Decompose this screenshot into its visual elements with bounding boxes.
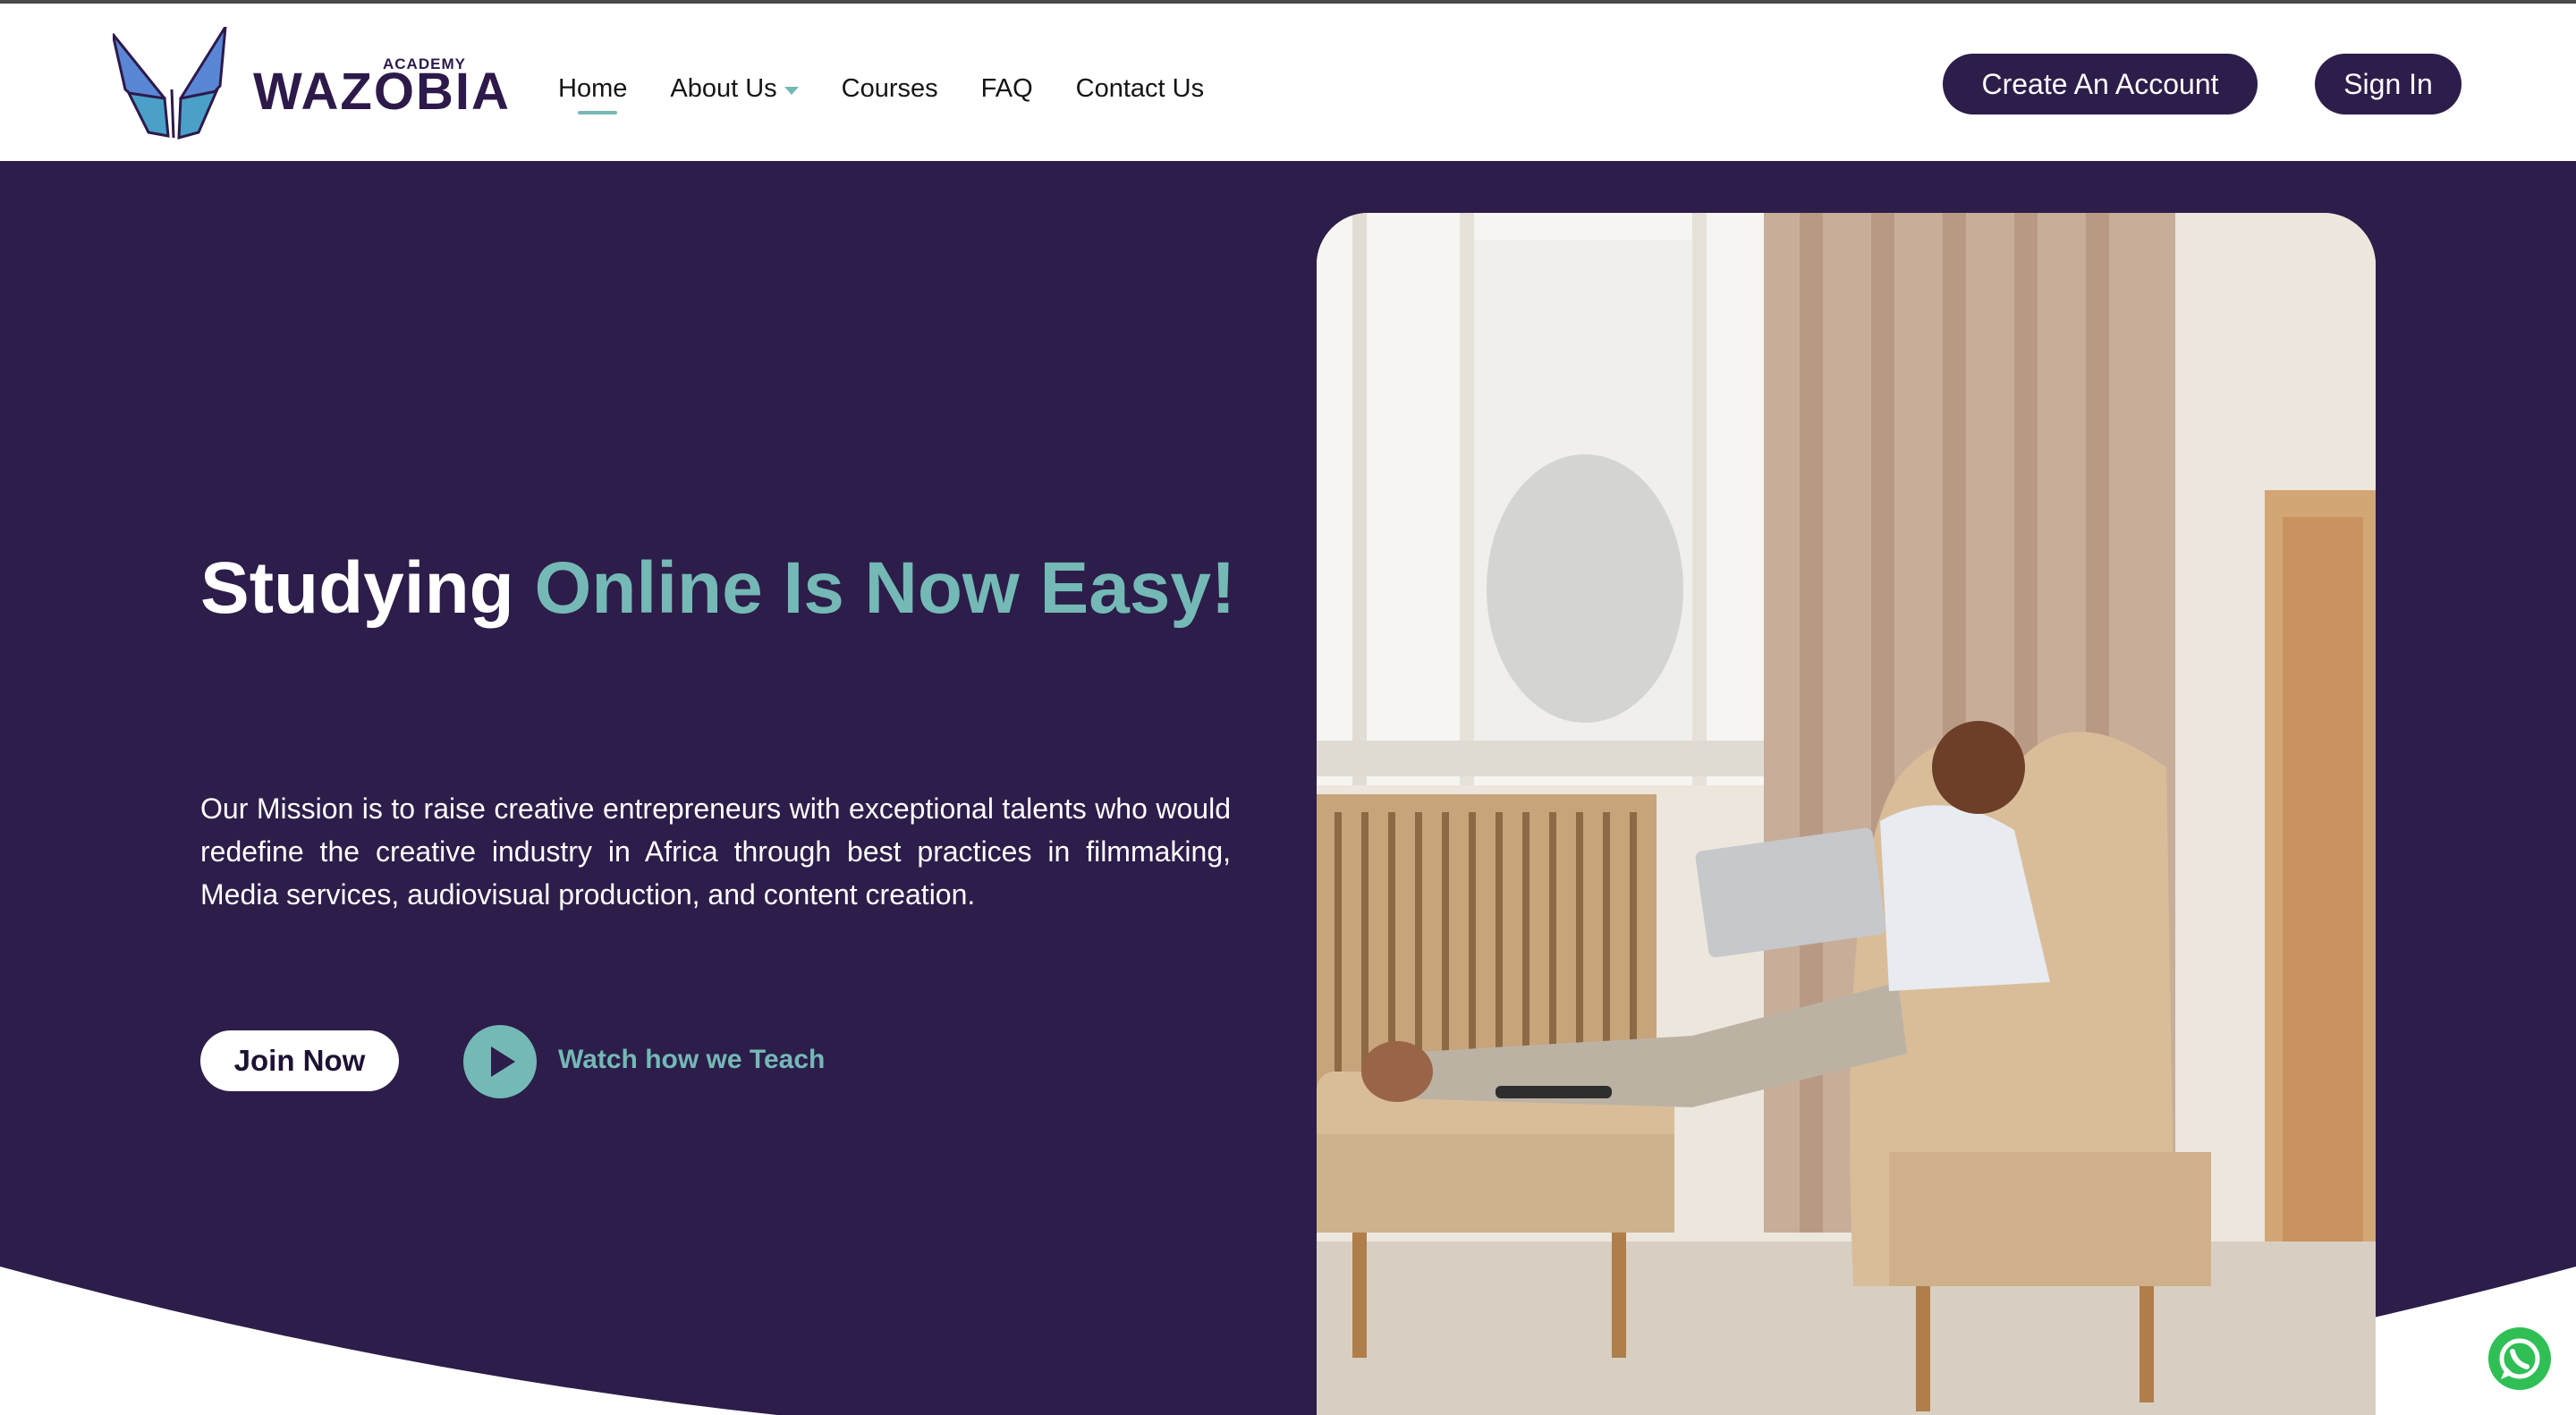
brand-name: WAZOBIA <box>253 63 511 121</box>
site-header: ACADEMY WAZOBIA Home About Us Courses FA… <box>0 4 2576 161</box>
nav-item-label: FAQ <box>980 73 1033 103</box>
nav-item-label: About Us <box>670 73 777 103</box>
headline-white: Studying <box>200 547 514 629</box>
nav-item-about[interactable]: About Us <box>670 73 799 104</box>
nav-item-label: Contact Us <box>1075 73 1205 103</box>
nav-item-label: Home <box>558 73 628 103</box>
nav-item-home[interactable]: Home <box>558 73 628 114</box>
whatsapp-glyph <box>2499 1338 2540 1379</box>
hero-headline: Studying Online Is Now Easy! <box>200 546 1274 631</box>
watch-teach-link[interactable]: Watch how we Teach <box>558 1045 825 1075</box>
brand-logo[interactable]: ACADEMY WAZOBIA <box>113 27 509 143</box>
play-icon[interactable] <box>463 1025 537 1098</box>
butterfly-logo-icon <box>113 27 227 140</box>
whatsapp-icon[interactable] <box>2488 1327 2551 1390</box>
create-account-button[interactable]: Create An Account <box>1943 54 2258 114</box>
chevron-down-icon <box>784 86 799 95</box>
hero-photo <box>1317 213 2376 1415</box>
nav-item-courses[interactable]: Courses <box>842 74 938 104</box>
student-on-armchair-image <box>1317 213 2376 1415</box>
headline-accent: Online Is Now Easy! <box>534 547 1236 629</box>
join-now-button[interactable]: Join Now <box>200 1030 399 1091</box>
nav-item-contact[interactable]: Contact Us <box>1076 74 1204 104</box>
nav-item-faq[interactable]: FAQ <box>981 74 1033 104</box>
nav-item-label: Courses <box>841 73 938 103</box>
sign-in-button[interactable]: Sign In <box>2315 54 2462 114</box>
main-nav: Home About Us Courses FAQ Contact Us <box>558 66 1247 114</box>
mission-text: Our Mission is to raise creative entrepr… <box>200 792 1231 911</box>
